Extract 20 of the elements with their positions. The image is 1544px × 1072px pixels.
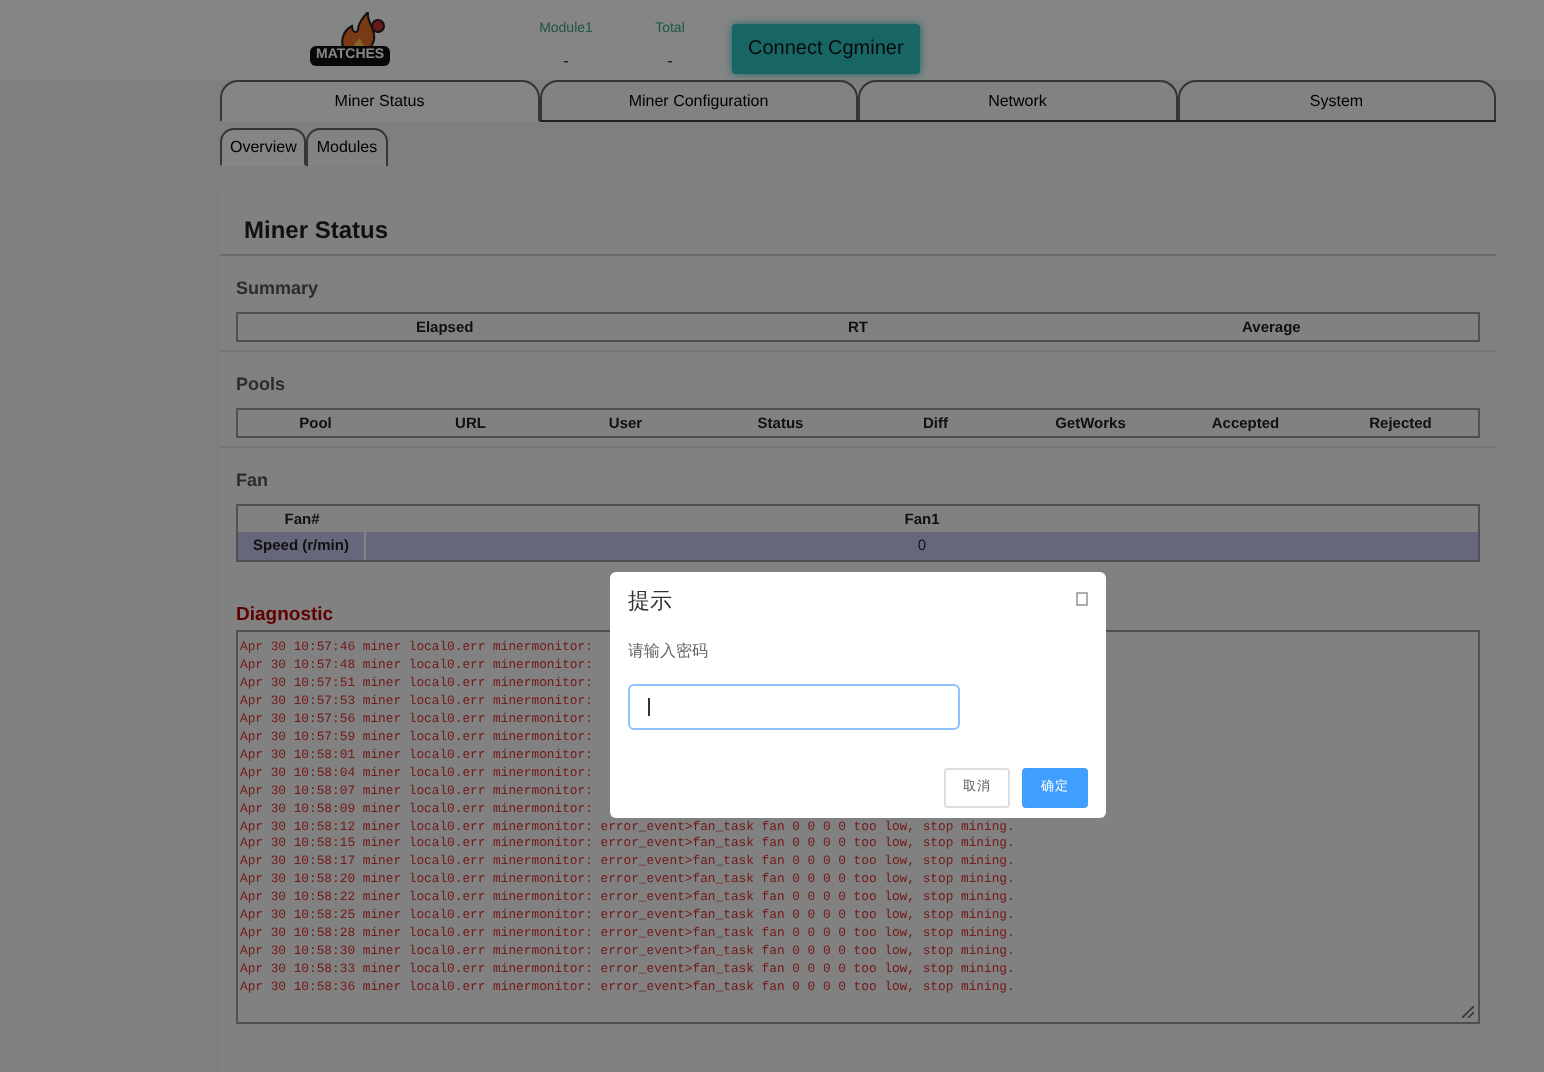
subtab[interactable]: Overview — [220, 128, 307, 166]
tab[interactable]: Network — [858, 80, 1177, 120]
section-heading: Summary — [236, 276, 319, 302]
tab[interactable]: Miner Configuration — [539, 80, 858, 120]
text-cursor — [648, 697, 650, 715]
dialog-title: 提示 — [628, 588, 672, 618]
tab[interactable]: Miner Status — [220, 80, 539, 122]
section-heading: Fan — [236, 468, 269, 494]
password-field[interactable] — [628, 683, 960, 729]
connect-button[interactable]: Connect Cgminer — [732, 24, 920, 74]
resize-handle-icon[interactable] — [1462, 1006, 1474, 1018]
stat-value: - — [561, 49, 571, 73]
tab[interactable]: System — [1177, 80, 1496, 120]
section-heading: Pools — [236, 372, 286, 398]
panel-title: Miner Status — [244, 214, 389, 248]
section-heading: Diagnostic — [236, 602, 334, 630]
dialog-message: 请输入密码 — [628, 639, 708, 663]
subtab[interactable]: Modules — [306, 128, 388, 166]
stat-value: - — [665, 49, 675, 73]
close-icon[interactable] — [1076, 592, 1088, 606]
